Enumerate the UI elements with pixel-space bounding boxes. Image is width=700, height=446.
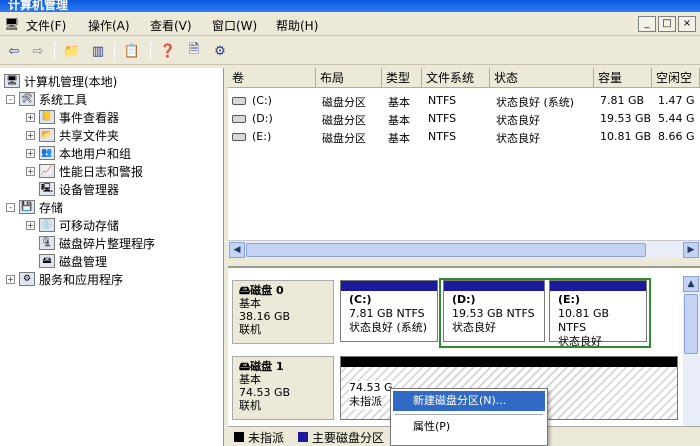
title-bar: 计算机管理 [0, 0, 700, 12]
expand-icon[interactable]: + [6, 274, 15, 284]
app-icon[interactable]: 🖥 [4, 17, 19, 31]
tree-item-system-tools[interactable]: - 🛠 系统工具 [6, 90, 87, 108]
tree-pane: 🖥 计算机管理(本地) - 🛠 系统工具 + 📒 事件查看器 + 📂 共享文件夹… [0, 68, 224, 446]
scrollbar-thumb[interactable] [246, 243, 646, 257]
disk-icon: 🖴 [239, 360, 251, 373]
tree-item-device-manager[interactable]: 🖳 设备管理器 [39, 180, 119, 198]
back-arrow-icon[interactable]: ⇦ [4, 41, 24, 61]
tree-root[interactable]: 🖥 计算机管理(本地) [4, 72, 117, 90]
column-header-type[interactable]: 类型 [382, 68, 422, 88]
close-button[interactable]: × [678, 16, 696, 32]
table-row[interactable]: (E:) 磁盘分区 基本 NTFS 状态良好 10.81 GB 8.66 G [228, 128, 700, 146]
drive-icon [232, 133, 246, 141]
menu-bar: 🖥 文件(F) 操作(A) 查看(V) 窗口(W) 帮助(H) [0, 12, 700, 36]
table-row[interactable]: (D:) 磁盘分区 基本 NTFS 状态良好 19.53 GB 5.44 G [228, 110, 700, 128]
expand-icon[interactable]: + [26, 112, 35, 122]
tree-item-services-apps[interactable]: + ⚙ 服务和应用程序 [6, 270, 123, 288]
primary-partition-bar [444, 281, 544, 291]
menu-item-new-partition[interactable]: 新建磁盘分区(N)... [393, 391, 545, 411]
column-header-volume[interactable]: 卷 [228, 68, 316, 88]
vertical-scrollbar[interactable]: ▲ [683, 276, 700, 426]
scroll-up-icon[interactable]: ▲ [683, 276, 699, 292]
menu-help[interactable]: 帮助(H) [276, 17, 318, 34]
help-icon[interactable]: ❓ [158, 41, 178, 61]
performance-icon: 📈 [39, 164, 55, 178]
disk-management-icon: 🖴 [39, 254, 55, 268]
up-folder-icon[interactable]: 📁 [62, 41, 82, 61]
context-menu: 新建磁盘分区(N)... 属性(P) [390, 388, 548, 446]
collapse-icon[interactable]: - [6, 94, 15, 104]
toolbar: ⇦ ⇨ 📁 ▥ 📋 ❓ 🗎 ⚙ [0, 37, 700, 65]
tools-icon: 🛠 [19, 92, 35, 106]
column-header-free-space[interactable]: 空闲空 [652, 68, 700, 88]
tree-item-defragmenter[interactable]: 🗜 磁盘碎片整理程序 [39, 234, 155, 252]
unallocated-bar [341, 357, 677, 367]
column-header-filesystem[interactable]: 文件系统 [422, 68, 490, 88]
restore-button[interactable]: □ [658, 16, 676, 32]
primary-partition-swatch [298, 432, 308, 442]
unallocated-swatch [234, 432, 244, 442]
tree-item-local-users[interactable]: + 👥 本地用户和组 [26, 144, 131, 162]
disk-icon: 🖴 [239, 284, 251, 297]
menu-item-properties[interactable]: 属性(P) [393, 417, 545, 437]
collapse-icon[interactable]: - [6, 202, 15, 212]
scroll-right-icon[interactable]: ▶ [683, 242, 699, 258]
event-viewer-icon: 📒 [39, 110, 55, 124]
expand-icon[interactable]: + [26, 166, 35, 176]
scrollbar-thumb[interactable] [684, 294, 698, 354]
toolbar-separator [150, 42, 151, 60]
scroll-left-icon[interactable]: ◀ [229, 242, 245, 258]
toolbar-separator [54, 42, 55, 60]
removable-storage-icon: 💿 [39, 218, 55, 232]
expand-icon[interactable]: + [26, 220, 35, 230]
toolbar-separator [114, 42, 115, 60]
expand-icon[interactable]: + [26, 130, 35, 140]
table-row[interactable]: (C:) 磁盘分区 基本 NTFS 状态良好 (系统) 7.81 GB 1.47… [228, 92, 700, 110]
defragmenter-icon: 🗜 [39, 236, 55, 250]
menu-window[interactable]: 窗口(W) [212, 17, 257, 34]
menu-separator [395, 414, 543, 415]
shared-folder-icon: 📂 [39, 128, 55, 142]
forward-arrow-icon[interactable]: ⇨ [28, 41, 48, 61]
minimize-button[interactable]: _ [638, 16, 656, 32]
computer-management-icon: 🖥 [4, 74, 20, 88]
partition-c[interactable]: (C:) 7.81 GB NTFS 状态良好 (系统) [340, 280, 438, 342]
drive-icon [232, 115, 246, 123]
menu-file[interactable]: 文件(F) [26, 17, 66, 34]
storage-icon: 💾 [19, 200, 35, 214]
tree-item-disk-management[interactable]: 🖴 磁盘管理 [39, 252, 107, 270]
settings-icon[interactable]: ⚙ [210, 41, 230, 61]
partition-d[interactable]: (D:) 19.53 GB NTFS 状态良好 [443, 280, 545, 342]
primary-partition-bar [341, 281, 437, 291]
tree-item-storage[interactable]: - 💾 存储 [6, 198, 63, 216]
column-header-layout[interactable]: 布局 [316, 68, 382, 88]
tree-item-removable-storage[interactable]: + 💿 可移动存储 [26, 216, 119, 234]
services-icon: ⚙ [19, 272, 35, 286]
show-hide-tree-icon[interactable]: ▥ [88, 41, 108, 61]
legend-primary-partition: 主要磁盘分区 [312, 431, 385, 445]
tree-item-performance-logs[interactable]: + 📈 性能日志和警报 [26, 162, 143, 180]
expand-icon[interactable]: + [26, 148, 35, 158]
drive-icon [232, 97, 246, 105]
column-header-status[interactable]: 状态 [490, 68, 594, 88]
column-header-capacity[interactable]: 容量 [594, 68, 652, 88]
users-icon: 👥 [39, 146, 55, 160]
disk-1-label[interactable]: 🖴磁盘 1 基本 74.53 GB 联机 [232, 356, 334, 420]
export-icon[interactable]: 🗎 [184, 41, 204, 61]
primary-partition-bar [550, 281, 646, 291]
menu-view[interactable]: 查看(V) [150, 17, 192, 34]
device-manager-icon: 🖳 [39, 182, 55, 196]
legend-unallocated: 未指派 [248, 431, 285, 445]
menu-action[interactable]: 操作(A) [88, 17, 130, 34]
volume-list: 卷 布局 类型 文件系统 状态 容量 空闲空 (C:) 磁盘分区 基本 NTFS… [228, 68, 700, 258]
horizontal-scrollbar[interactable]: ◀ ▶ [228, 240, 700, 258]
tree-item-shared-folders[interactable]: + 📂 共享文件夹 [26, 126, 119, 144]
partition-e[interactable]: (E:) 10.81 GB NTFS 状态良好 [549, 280, 647, 348]
disk-0-label[interactable]: 🖴磁盘 0 基本 38.16 GB 联机 [232, 280, 334, 344]
tree-item-event-viewer[interactable]: + 📒 事件查看器 [26, 108, 119, 126]
properties-icon[interactable]: 📋 [122, 41, 142, 61]
